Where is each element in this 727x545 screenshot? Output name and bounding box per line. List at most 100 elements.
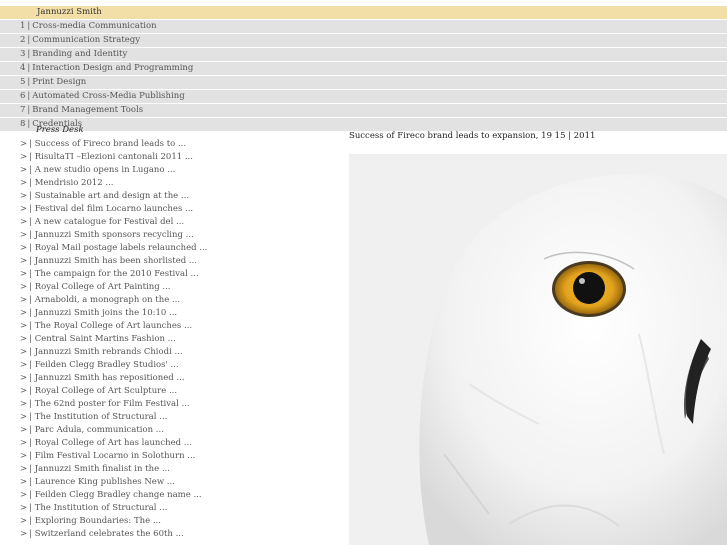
news-marker: > xyxy=(20,503,28,513)
news-item[interactable]: > | Success of Fireco brand leads to ... xyxy=(20,138,207,151)
news-title: Success of Fireco brand leads to ... xyxy=(34,139,187,149)
main-navigation: Jannuzzi Smith 1 | Cross-media Communicati… xyxy=(0,6,727,132)
nav-number: 3 xyxy=(20,49,26,59)
news-title: Royal College of Art Painting ... xyxy=(34,282,171,292)
news-marker: > xyxy=(20,334,28,344)
news-item[interactable]: > | Film Festival Locarno in Solothurn ..… xyxy=(20,450,207,463)
news-title: Film Festival Locarno in Solothurn ... xyxy=(34,451,196,461)
news-marker: > xyxy=(20,412,28,422)
news-marker: > xyxy=(20,295,28,305)
nav-label: Cross-media Communication xyxy=(32,21,157,31)
news-marker: > xyxy=(20,386,28,396)
article-headline: Success of Fireco brand leads to expansi… xyxy=(349,131,596,141)
nav-item-automated-publishing[interactable]: 6 | Automated Cross-Media Publishing xyxy=(0,90,727,104)
news-title: The Royal College of Art launches ... xyxy=(34,321,193,331)
nav-home-jannuzzi-smith[interactable]: Jannuzzi Smith xyxy=(0,6,727,20)
news-item[interactable]: > | Royal College of Art has launched ... xyxy=(20,437,207,450)
news-title: Royal College of Art has launched ... xyxy=(34,438,192,448)
news-marker: > xyxy=(20,152,28,162)
news-title: Royal College of Art Sculpture ... xyxy=(34,386,178,396)
news-item[interactable]: > | RisultaTI –Elezioni cantonali 2011 ..… xyxy=(20,151,207,164)
nav-label: Communication Strategy xyxy=(32,35,141,45)
news-item[interactable]: > | Sustainable art and design at the ... xyxy=(20,190,207,203)
nav-label: Branding and Identity xyxy=(32,49,128,59)
news-item[interactable]: > | Switzerland celebrates the 60th ... xyxy=(20,528,207,541)
nav-number: 8 xyxy=(20,119,26,129)
news-item[interactable]: > | Jannuzzi Smith has been shorlisted ..… xyxy=(20,255,207,268)
news-title: Switzerland celebrates the 60th ... xyxy=(34,529,184,539)
news-title: Sustainable art and design at the ... xyxy=(34,191,190,201)
news-item[interactable]: > | Royal College of Art Sculpture ... xyxy=(20,385,207,398)
nav-number: 2 xyxy=(20,35,26,45)
news-item[interactable]: > | A new catalogue for Festival del ... xyxy=(20,216,207,229)
news-item[interactable]: > | Royal College of Art Painting ... xyxy=(20,281,207,294)
news-item[interactable]: > | Arnaboldi, a monograph on the ... xyxy=(20,294,207,307)
news-item[interactable]: > | Feilden Clegg Bradley change name ... xyxy=(20,489,207,502)
news-item[interactable]: > | Royal Mail postage labels relaunched … xyxy=(20,242,207,255)
nav-number: 6 xyxy=(20,91,26,101)
news-marker: > xyxy=(20,529,28,539)
news-marker: > xyxy=(20,321,28,331)
news-title: Royal Mail postage labels relaunched ... xyxy=(34,243,208,253)
news-item[interactable]: > | Jannuzzi Smith rebrands Chiodi ... xyxy=(20,346,207,359)
nav-separator: | xyxy=(27,35,31,45)
news-title: The 62nd poster for Film Festival ... xyxy=(34,399,190,409)
news-item[interactable]: > | Exploring Boundaries: The ... xyxy=(20,515,207,528)
nav-label: Brand Management Tools xyxy=(32,105,144,115)
news-item[interactable]: > | Parc Adula, communication ... xyxy=(20,424,207,437)
news-title: Festival del film Locarno launches ... xyxy=(34,204,194,214)
news-marker: > xyxy=(20,191,28,201)
news-title: Feilden Clegg Bradley Studios' ... xyxy=(34,360,179,370)
nav-separator: | xyxy=(27,91,31,101)
news-marker: > xyxy=(20,243,28,253)
news-item[interactable]: > | Festival del film Locarno launches ..… xyxy=(20,203,207,216)
news-marker: > xyxy=(20,360,28,370)
nav-item-cross-media[interactable]: 1 | Cross-media Communication xyxy=(0,20,727,34)
news-item[interactable]: > | Jannuzzi Smith finalist in the ... xyxy=(20,463,207,476)
news-marker: > xyxy=(20,451,28,461)
news-marker: > xyxy=(20,373,28,383)
news-marker: > xyxy=(20,425,28,435)
news-marker: > xyxy=(20,438,28,448)
nav-item-interaction-design[interactable]: 4 | Interaction Design and Programming xyxy=(0,62,727,76)
news-marker: > xyxy=(20,165,28,175)
nav-separator: | xyxy=(27,21,31,31)
news-item[interactable]: > | The Royal College of Art launches ... xyxy=(20,320,207,333)
news-item[interactable]: > | The campaign for the 2010 Festival ..… xyxy=(20,268,207,281)
nav-item-credentials[interactable]: 8 | Credentials xyxy=(0,118,727,132)
news-item[interactable]: > | The 62nd poster for Film Festival ... xyxy=(20,398,207,411)
news-marker: > xyxy=(20,347,28,357)
news-title: Laurence King publishes New ... xyxy=(34,477,175,487)
nav-item-print-design[interactable]: 5 | Print Design xyxy=(0,76,727,90)
news-marker: > xyxy=(20,256,28,266)
news-item[interactable]: > | Mendrisio 2012 ... xyxy=(20,177,207,190)
nav-separator: | xyxy=(27,77,31,87)
news-title: Jannuzzi Smith sponsors recycling ... xyxy=(34,230,194,240)
site-name: Jannuzzi Smith xyxy=(37,7,102,17)
news-item[interactable]: > | The Institution of Structural ... xyxy=(20,411,207,424)
news-item[interactable]: > | Jannuzzi Smith sponsors recycling ... xyxy=(20,229,207,242)
nav-label: Automated Cross-Media Publishing xyxy=(32,91,185,101)
news-title: A new studio opens in Lugano ... xyxy=(34,165,176,175)
news-item[interactable]: > | Central Saint Martins Fashion ... xyxy=(20,333,207,346)
nav-number: 7 xyxy=(20,105,26,115)
news-marker: > xyxy=(20,399,28,409)
news-item[interactable]: > | The Institution of Structural ... xyxy=(20,502,207,515)
news-title: Mendrisio 2012 ... xyxy=(34,178,114,188)
news-item[interactable]: > | Jannuzzi Smith joins the 10:10 ... xyxy=(20,307,207,320)
news-marker: > xyxy=(20,477,28,487)
nav-number: 4 xyxy=(20,63,26,73)
news-item[interactable]: > | Jannuzzi Smith has repositioned ... xyxy=(20,372,207,385)
nav-separator: | xyxy=(27,49,31,59)
news-item[interactable]: > | Laurence King publishes New ... xyxy=(20,476,207,489)
news-title: Jannuzzi Smith joins the 10:10 ... xyxy=(34,308,178,318)
nav-item-communication-strategy[interactable]: 2 | Communication Strategy xyxy=(0,34,727,48)
news-title: Jannuzzi Smith has repositioned ... xyxy=(34,373,185,383)
news-item[interactable]: > | A new studio opens in Lugano ... xyxy=(20,164,207,177)
nav-item-brand-management[interactable]: 7 | Brand Management Tools xyxy=(0,104,727,118)
news-item[interactable]: > | Feilden Clegg Bradley Studios' ... xyxy=(20,359,207,372)
news-marker: > xyxy=(20,308,28,318)
owl-illustration xyxy=(349,154,727,545)
news-title: RisultaTI –Elezioni cantonali 2011 ... xyxy=(34,152,193,162)
nav-item-branding[interactable]: 3 | Branding and Identity xyxy=(0,48,727,62)
